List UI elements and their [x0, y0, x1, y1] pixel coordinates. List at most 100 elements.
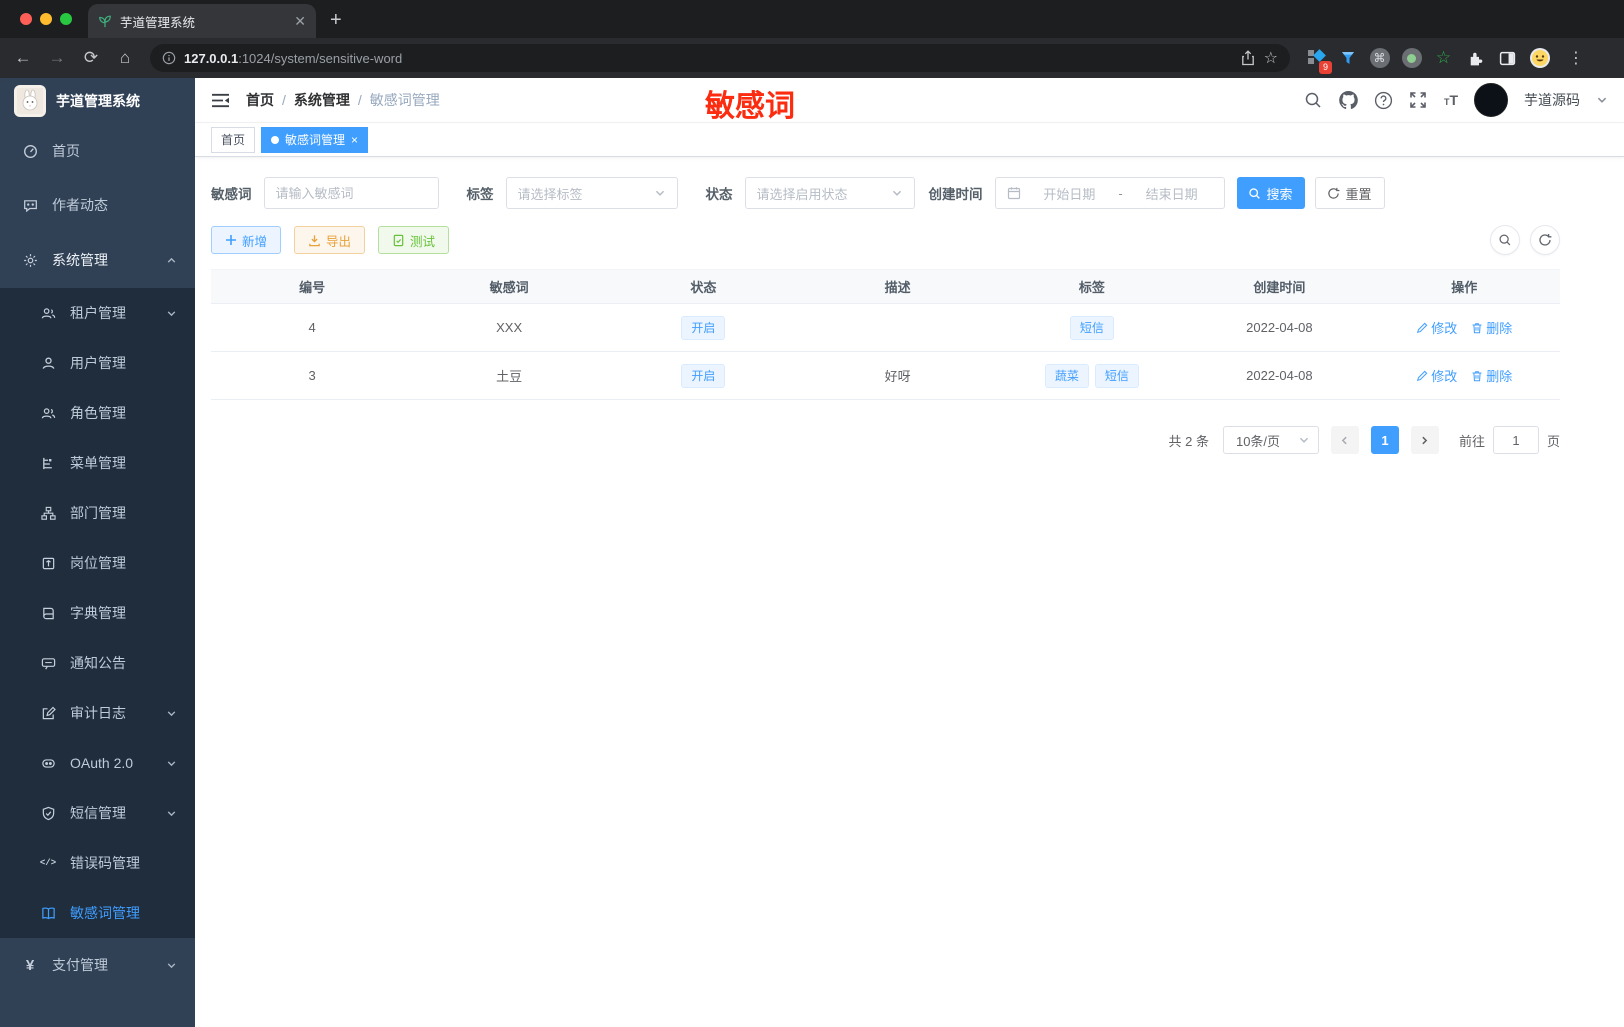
error-code-icon: </>	[39, 858, 57, 868]
minimize-window-button[interactable]	[40, 13, 52, 25]
sidebar-item-tenant[interactable]: 租户管理	[0, 288, 195, 338]
status-select[interactable]: 请选择启用状态	[744, 177, 915, 209]
profile-avatar[interactable]	[1526, 45, 1553, 72]
sidebar-item-role[interactable]: 角色管理	[0, 388, 195, 438]
close-window-button[interactable]	[20, 13, 32, 25]
sidebar-item-sms[interactable]: 短信管理	[0, 788, 195, 838]
extension-record-icon[interactable]	[1398, 45, 1425, 72]
page-content: 敏感词 标签 请选择标签 状态 请选择启用状态	[195, 157, 1624, 1027]
goto-page-input[interactable]	[1492, 426, 1539, 454]
sidebar-item-label: OAuth 2.0	[70, 755, 134, 771]
side-panel-icon[interactable]	[1494, 45, 1521, 72]
help-icon[interactable]	[1374, 91, 1393, 110]
prev-page-button[interactable]	[1330, 426, 1359, 454]
browser-tab[interactable]: 芋道管理系统 ✕	[88, 4, 316, 38]
zoom-window-button[interactable]	[60, 13, 72, 25]
annotation-sensitive-word: 敏感词	[705, 90, 795, 123]
forward-button[interactable]: →	[42, 43, 72, 73]
refresh-icon[interactable]	[1530, 225, 1560, 255]
sidebar-item-label: 部门管理	[70, 505, 126, 521]
sidebar-item-notice[interactable]: 通知公告	[0, 638, 195, 688]
breadcrumb-system[interactable]: 系统管理	[294, 90, 350, 110]
sidebar-item-label: 角色管理	[70, 405, 126, 421]
tag-label: 敏感词管理	[285, 133, 346, 147]
extensions-puzzle-icon[interactable]	[1462, 45, 1489, 72]
browser-menu-icon[interactable]: ⋮	[1558, 48, 1594, 68]
sidebar-item-post[interactable]: 岗位管理	[0, 538, 195, 588]
tag-select[interactable]: 请选择标签	[505, 177, 678, 209]
breadcrumb-current: 敏感词管理	[369, 92, 440, 108]
tag-close-icon[interactable]: ×	[351, 133, 358, 147]
sidebar-item-label: 岗位管理	[70, 555, 126, 571]
sidebar-item-home[interactable]: 首页	[0, 124, 195, 178]
site-info-icon[interactable]	[162, 51, 176, 65]
sidebar-collapse-icon[interactable]	[211, 93, 230, 108]
edit-link[interactable]: 修改	[1416, 366, 1457, 385]
sidebar-item-system[interactable]: 系统管理	[0, 232, 195, 288]
sidebar-item-menu[interactable]: 菜单管理	[0, 438, 195, 488]
font-size-icon[interactable]: TT	[1444, 92, 1458, 108]
user-avatar[interactable]	[1474, 83, 1508, 117]
share-icon[interactable]	[1240, 50, 1256, 66]
dashboard-icon	[22, 143, 38, 159]
chevron-down-icon	[166, 708, 177, 719]
sidebar-item-user[interactable]: 用户管理	[0, 338, 195, 388]
page-unit-label: 页	[1546, 433, 1560, 449]
test-button[interactable]: 测试	[378, 226, 450, 254]
address-bar[interactable]: 127.0.0.1:1024/system/sensitive-word ☆	[150, 44, 1290, 72]
back-button[interactable]: ←	[8, 43, 38, 73]
extension-star-icon[interactable]: ☆	[1430, 45, 1457, 72]
reset-button[interactable]: 重置	[1314, 177, 1385, 209]
show-search-icon[interactable]	[1490, 225, 1520, 255]
sidebar-logo[interactable]: 芋道管理系统	[0, 78, 195, 124]
delete-link[interactable]: 删除	[1471, 366, 1512, 385]
user-name[interactable]: 芋道源码	[1524, 90, 1580, 110]
next-page-button[interactable]	[1410, 426, 1439, 454]
cell-actions: 修改 删除	[1368, 351, 1560, 400]
extension-grid-icon[interactable]: 9	[1302, 45, 1332, 74]
extension-funnel-icon[interactable]	[1334, 45, 1361, 72]
add-button[interactable]: 新增	[211, 226, 282, 254]
github-icon[interactable]	[1339, 90, 1358, 110]
sidebar-item-error-code[interactable]: </> 错误码管理	[0, 838, 195, 888]
cell-description: 好呀	[801, 351, 994, 400]
tag-sensitive-word[interactable]: 敏感词管理 ×	[261, 126, 369, 153]
sidebar-item-audit-log[interactable]: 审计日志	[0, 688, 195, 738]
date-range-picker[interactable]: 开始日期 - 结束日期	[994, 177, 1225, 209]
reload-button[interactable]: ⟳	[76, 43, 106, 73]
tab-close-icon[interactable]: ✕	[294, 13, 306, 30]
bookmark-star-icon[interactable]: ☆	[1264, 48, 1278, 68]
page-number-button[interactable]: 1	[1370, 426, 1399, 454]
status-badge: 开启	[681, 363, 726, 388]
keyword-input[interactable]	[275, 185, 427, 201]
page-size-select[interactable]: 10条/页	[1222, 426, 1319, 454]
breadcrumb-home[interactable]: 首页	[246, 90, 274, 110]
search-icon[interactable]	[1304, 91, 1323, 110]
edit-link[interactable]: 修改	[1416, 318, 1457, 337]
sidebar-item-label: 通知公告	[70, 655, 126, 671]
sidebar-item-label: 审计日志	[70, 705, 126, 721]
sidebar-item-department[interactable]: 部门管理	[0, 488, 195, 538]
goto-page: 前往 页	[1459, 426, 1560, 454]
search-form: 敏感词 标签 请选择标签 状态 请选择启用状态	[211, 177, 1560, 209]
search-button[interactable]: 搜索	[1236, 177, 1305, 209]
tag-home[interactable]: 首页	[211, 126, 256, 153]
sms-icon	[40, 805, 56, 821]
sidebar-item-label: 短信管理	[70, 805, 126, 821]
table-header-row: 编号 敏感词 状态 描述 标签 创建时间 操作	[211, 269, 1560, 304]
extension-command-icon[interactable]: ⌘	[1366, 45, 1393, 72]
page-size-value: 10条/页	[1235, 433, 1281, 449]
export-button[interactable]: 导出	[294, 226, 366, 254]
sidebar-item-sensitive-word[interactable]: 敏感词管理	[0, 888, 195, 938]
new-tab-button[interactable]: +	[330, 9, 342, 32]
delete-link-label: 删除	[1486, 369, 1513, 384]
sidebar-item-dictionary[interactable]: 字典管理	[0, 588, 195, 638]
sidebar-item-payment[interactable]: ¥ 支付管理	[0, 938, 195, 992]
delete-link[interactable]: 删除	[1471, 318, 1512, 337]
caret-down-icon[interactable]	[1596, 94, 1608, 106]
sidebar-item-oauth[interactable]: OAuth 2.0	[0, 738, 195, 788]
sidebar-item-author-news[interactable]: 作者动态	[0, 178, 195, 232]
fullscreen-icon[interactable]	[1409, 91, 1428, 110]
home-button[interactable]: ⌂	[110, 43, 140, 73]
sidebar-item-label: 租户管理	[70, 305, 126, 321]
